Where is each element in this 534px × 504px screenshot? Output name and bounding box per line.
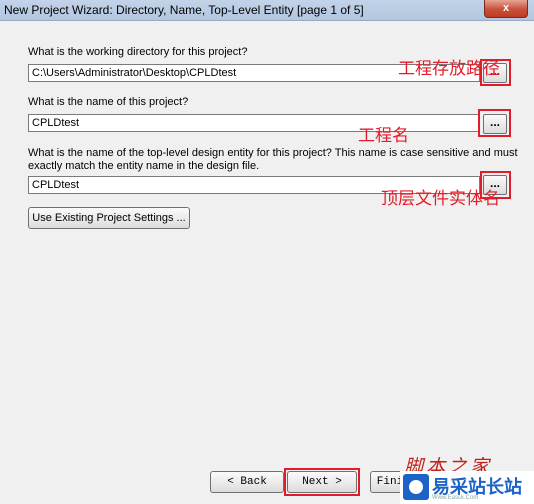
watermark-url: Www.Easck.Com	[432, 495, 479, 501]
annotation-box-name	[478, 109, 511, 137]
annotation-box-next	[284, 468, 360, 496]
window-title: New Project Wizard: Directory, Name, Top…	[4, 3, 364, 17]
annotation-name: 工程名	[358, 126, 409, 146]
close-button[interactable]: x	[484, 0, 528, 18]
project-name-label: What is the name of this project?	[28, 96, 189, 108]
entity-label-line2: exactly match the entity name in the des…	[28, 160, 260, 172]
wizard-panel: What is the working directory for this p…	[0, 21, 534, 504]
annotation-entity: 顶层文件实体名	[381, 189, 500, 209]
back-button[interactable]: < Back	[210, 471, 284, 493]
close-icon: x	[502, 2, 510, 14]
title-bar: New Project Wizard: Directory, Name, Top…	[0, 0, 534, 21]
entity-label-line1: What is the name of the top-level design…	[28, 147, 518, 159]
easck-logo-icon	[403, 474, 429, 500]
annotation-directory: 工程存放路径	[398, 59, 500, 79]
project-name-field[interactable]: CPLDtest	[28, 114, 480, 132]
use-existing-settings-button[interactable]: Use Existing Project Settings ...	[28, 207, 190, 229]
directory-label: What is the working directory for this p…	[28, 46, 248, 58]
